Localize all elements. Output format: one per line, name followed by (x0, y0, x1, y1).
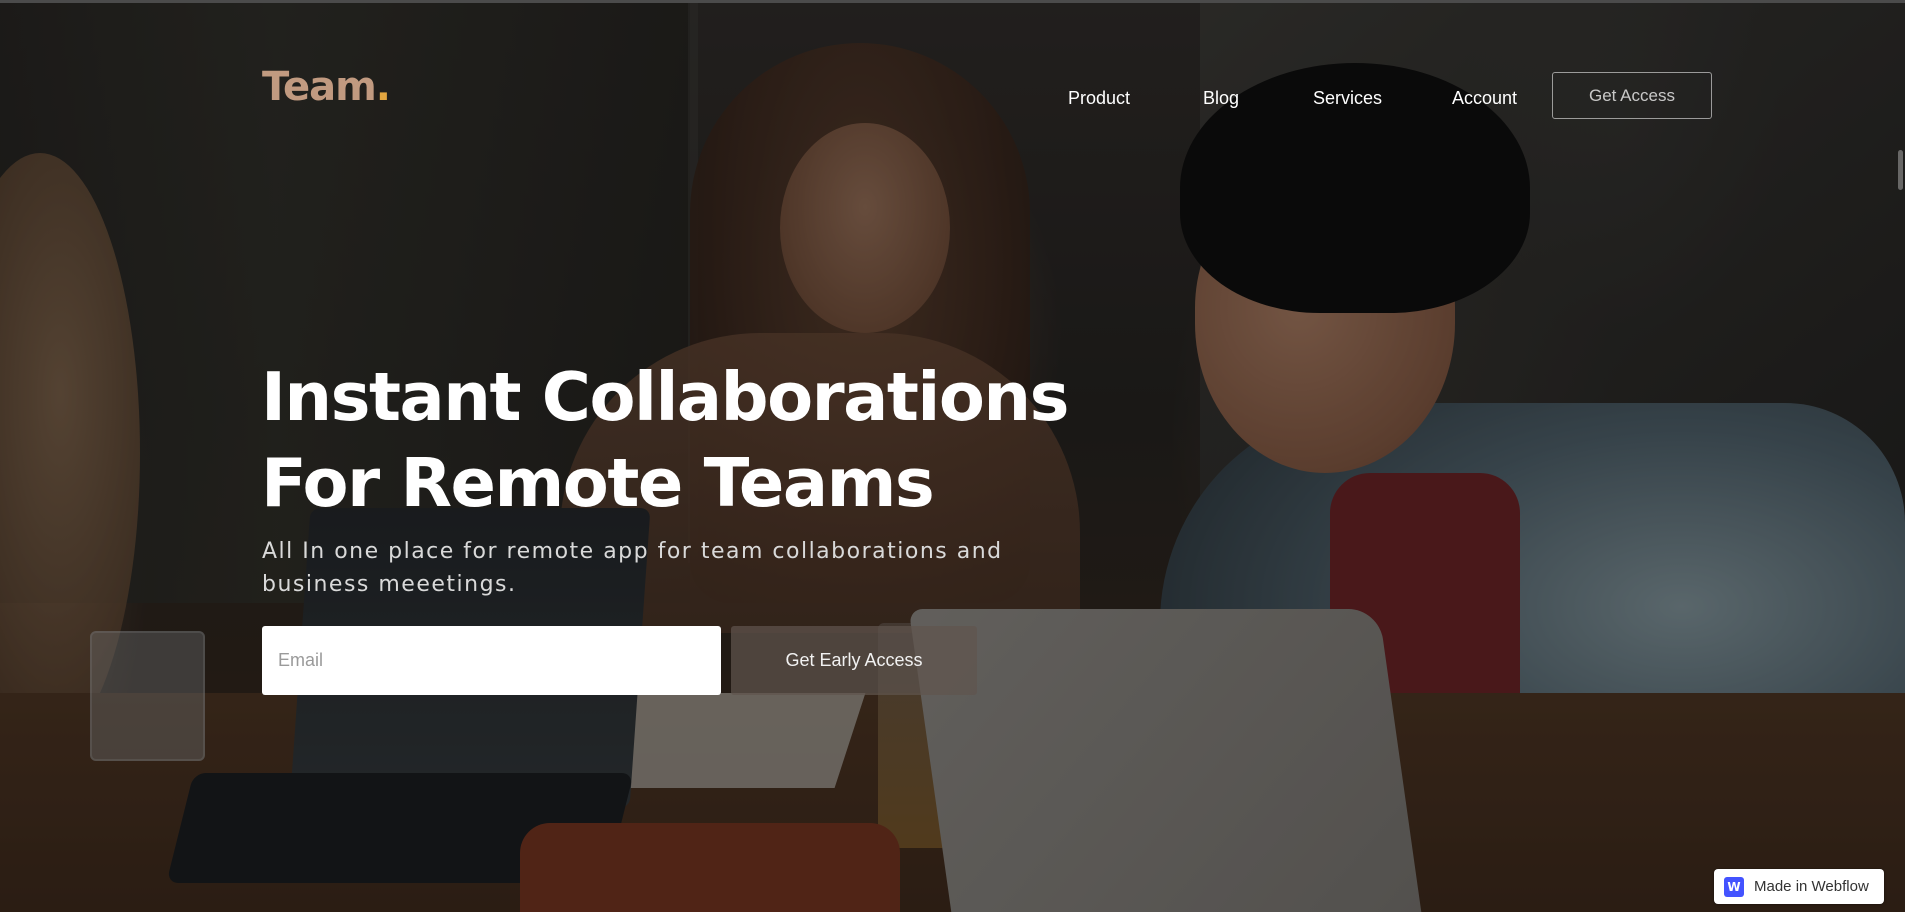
nav-link-product[interactable]: Product (1068, 88, 1130, 109)
page-scrollbar[interactable] (1898, 150, 1903, 190)
hero-headline-line1: Instant Collaborations (261, 358, 1070, 436)
webflow-badge-label: Made in Webflow (1754, 878, 1869, 895)
hero-headline: Instant Collaborations For Remote Teams (261, 354, 1161, 526)
nav-link-services[interactable]: Services (1313, 88, 1382, 109)
webflow-logo-icon: W (1724, 876, 1744, 897)
get-early-access-button[interactable]: Get Early Access (731, 626, 977, 695)
nav-link-blog[interactable]: Blog (1203, 88, 1239, 109)
made-in-webflow-badge[interactable]: W Made in Webflow (1714, 869, 1884, 904)
hero-headline-line2: For Remote Teams (261, 444, 935, 522)
hero-subheadline: All In one place for remote app for team… (262, 539, 1003, 597)
nav-link-account[interactable]: Account (1452, 88, 1517, 109)
email-input[interactable] (262, 626, 721, 695)
get-access-button[interactable]: Get Access (1552, 72, 1712, 119)
